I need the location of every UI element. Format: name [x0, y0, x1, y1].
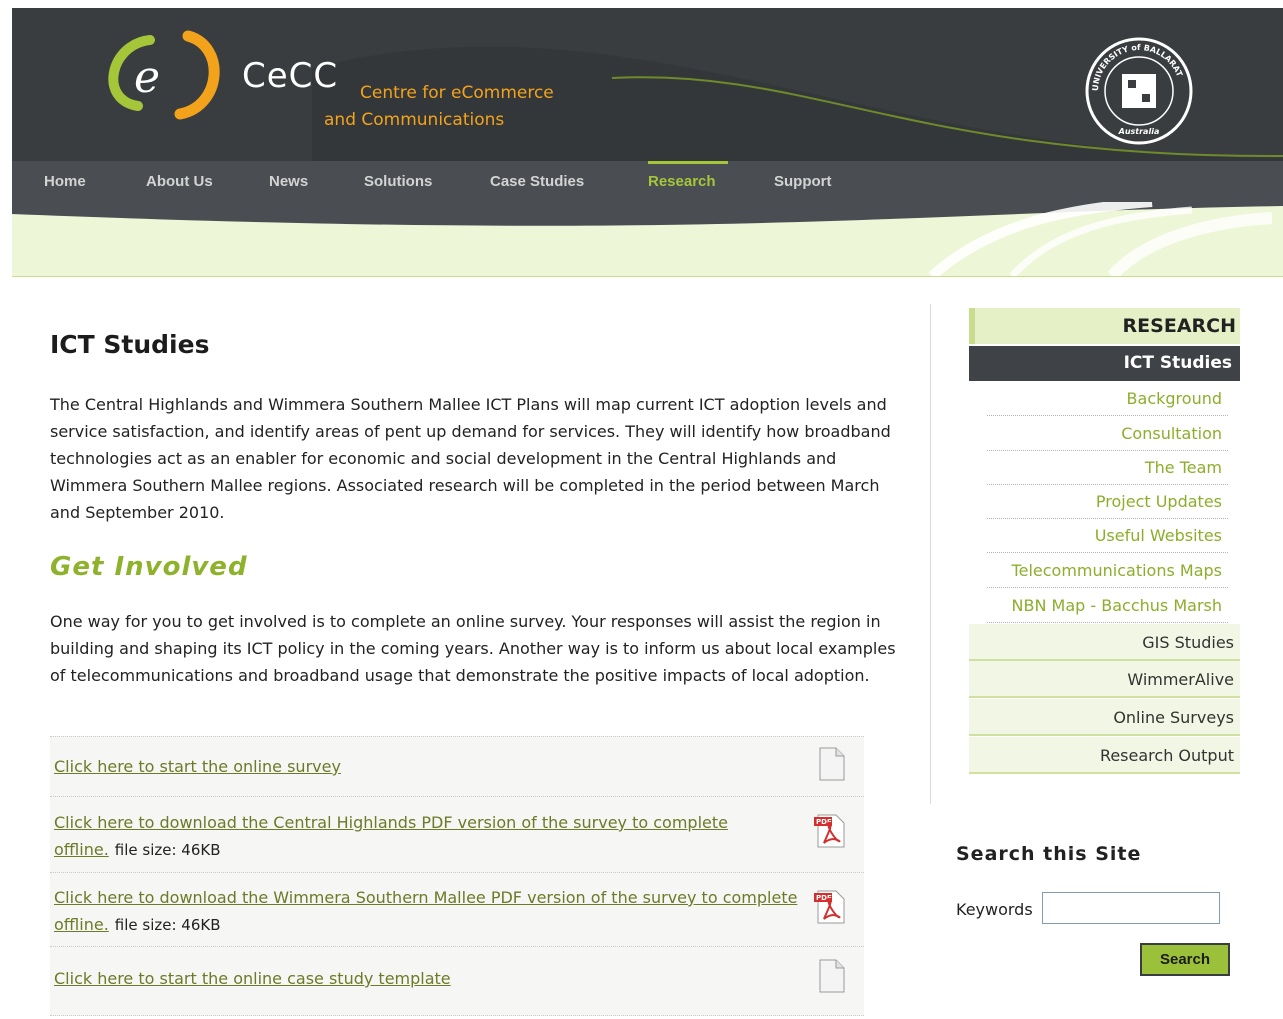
sidebar-heading: RESEARCH — [969, 308, 1240, 344]
search-button[interactable]: Search — [1140, 943, 1230, 976]
banner-swoosh-decoration — [12, 202, 1283, 276]
research-sidebar: RESEARCH ICT Studies Background Consulta… — [930, 304, 1241, 804]
svg-text:e: e — [134, 52, 160, 103]
document-icon[interactable] — [818, 747, 846, 781]
sidebar-item-telecommunications-maps[interactable]: Telecommunications Maps — [987, 554, 1228, 588]
document-icon[interactable] — [818, 959, 846, 993]
list-item: Click here to start the online survey — [50, 736, 864, 796]
sidebar-item-gis-studies[interactable]: GIS Studies — [969, 624, 1240, 661]
nav-item-about-us[interactable]: About Us — [146, 161, 213, 202]
sidebar-item-background[interactable]: Background — [987, 382, 1228, 416]
list-item: Click here to download the Central Highl… — [50, 796, 864, 872]
site-header: e CeCC Centre for eCommerce and Communic… — [12, 8, 1283, 161]
page-title: ICT Studies — [50, 330, 210, 359]
page: e CeCC Centre for eCommerce and Communic… — [12, 8, 1283, 1019]
nav-item-support[interactable]: Support — [774, 161, 832, 202]
main-nav: Home About Us News Solutions Case Studie… — [12, 161, 1283, 202]
sidebar-item-wimmeralive[interactable]: WimmerAlive — [969, 661, 1240, 698]
sidebar-item-useful-websites[interactable]: Useful Websites — [987, 519, 1228, 553]
search-title: Search this Site — [956, 843, 1142, 865]
file-size: file size: 46KB — [114, 841, 221, 859]
sidebar-item-the-team[interactable]: The Team — [987, 451, 1228, 485]
get-involved-heading: Get Involved — [50, 552, 248, 582]
file-size: file size: 46KB — [114, 916, 221, 934]
pdf-icon[interactable]: PDF — [814, 813, 846, 849]
intro-paragraph: The Central Highlands and Wimmera Southe… — [50, 395, 891, 522]
ecommerce-e-logo-icon: e — [108, 30, 220, 120]
list-item: Click here to download the Wimmera South… — [50, 872, 864, 946]
case-study-template-link[interactable]: Click here to start the online case stud… — [54, 969, 451, 988]
keywords-input[interactable] — [1042, 892, 1220, 924]
pdf-icon[interactable]: PDF — [814, 889, 846, 925]
nav-item-news[interactable]: News — [269, 161, 308, 202]
logo-tagline-1: Centre for eCommerce — [360, 83, 554, 103]
cecc-logo[interactable]: e CeCC Centre for eCommerce and Communic… — [102, 30, 582, 140]
keywords-label: Keywords — [956, 900, 1033, 919]
sidebar-item-project-updates[interactable]: Project Updates — [987, 485, 1228, 519]
get-involved-paragraph: One way for you to get involved is to co… — [50, 612, 896, 685]
sidebar-item-ict-studies[interactable]: ICT Studies — [969, 346, 1240, 381]
sidebar-item-online-surveys[interactable]: Online Surveys — [969, 699, 1240, 736]
nav-item-research[interactable]: Research — [648, 161, 716, 202]
seal-subtext: Australia — [1118, 127, 1160, 136]
download-list: Click here to start the online survey Cl… — [50, 736, 864, 1016]
university-seal-icon[interactable]: UNIVERSITY of BALLARAT Australia — [1084, 36, 1194, 146]
sidebar-item-nbn-map[interactable]: NBN Map - Bacchus Marsh — [987, 589, 1228, 623]
logo-tagline-2: and Communications — [324, 110, 505, 130]
list-item: Click here to start the online case stud… — [50, 946, 864, 1016]
logo-wordmark: CeCC — [242, 56, 339, 96]
header-banner — [12, 202, 1283, 277]
nav-item-case-studies[interactable]: Case Studies — [490, 161, 584, 202]
nav-item-solutions[interactable]: Solutions — [364, 161, 432, 202]
nav-item-home[interactable]: Home — [44, 161, 86, 202]
sidebar-item-research-output[interactable]: Research Output — [969, 737, 1240, 774]
start-online-survey-link[interactable]: Click here to start the online survey — [54, 757, 341, 776]
sidebar-item-consultation[interactable]: Consultation — [987, 417, 1228, 451]
